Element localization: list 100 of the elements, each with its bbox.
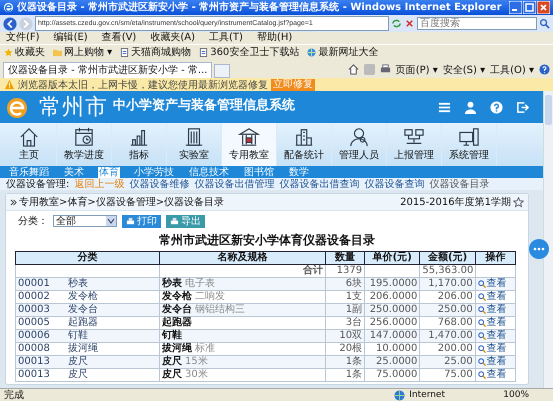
section-link[interactable]: 仪器设备出借查询 (279, 177, 360, 191)
star-icon (4, 48, 13, 56)
category-code: 00013 (18, 356, 50, 368)
section-link[interactable]: 仪器设备维修 (129, 177, 190, 191)
item-name: 秒表 电子表 (162, 278, 216, 289)
scrollbar[interactable] (543, 91, 553, 388)
menu-item[interactable]: 文件(F) (6, 32, 40, 44)
column-header: 单价(元) (364, 252, 420, 264)
column-header: 数量 (325, 252, 365, 264)
print-button[interactable]: 打印 (122, 214, 161, 228)
refresh-icon[interactable] (391, 18, 402, 29)
category-code: 00006 (18, 330, 50, 342)
star-icon[interactable] (513, 196, 524, 208)
item-name: 皮尺 30米 (162, 369, 208, 380)
nav-tab[interactable]: 专用教室 (222, 123, 277, 166)
favorites-link[interactable]: 网上购物 ▾ (53, 45, 112, 59)
category-code: 00005 (18, 317, 50, 329)
item-name: 发令枪 二响发 (162, 291, 226, 302)
subject-tab[interactable]: 小学劳技 (133, 166, 175, 178)
item-name: 钉鞋 (162, 330, 182, 341)
category-code: 00008 (18, 343, 50, 355)
column-header: 分类 (16, 252, 160, 264)
command-menu[interactable]: 页面(P) ▾ (396, 62, 438, 76)
section-label: 仪器设备管理: (6, 178, 70, 191)
menu-item[interactable]: 工具(T) (209, 32, 243, 44)
category-select[interactable]: 全部 (53, 215, 117, 227)
command-menu[interactable]: 安全(S) ▾ (442, 62, 486, 76)
subject-tab[interactable]: 信息技术 (188, 166, 230, 178)
home-icon[interactable] (348, 64, 359, 75)
logout-icon[interactable] (516, 100, 529, 114)
item-name: 皮尺 15米 (162, 356, 208, 367)
favorites-link[interactable]: 收藏夹 (4, 45, 45, 59)
filter-label: 分类： (18, 214, 48, 228)
item-name: 拔河绳 标准 (162, 343, 216, 354)
subject-tab[interactable]: 美术 (63, 166, 85, 178)
browser-tab[interactable]: 仪器设备目录 - 常州市武进区新安小学 - 常... (3, 62, 212, 78)
export-icon (170, 216, 179, 226)
favorites-link[interactable]: 最新网址大全 (307, 45, 378, 59)
table-cell: 195.0000 (364, 278, 420, 290)
menu-item[interactable]: 帮助(H) (256, 32, 292, 44)
category-code: 00002 (18, 291, 50, 303)
section-link[interactable]: 仪器设备查询 (364, 177, 424, 191)
report-title: 常州市武进区新安小学体育仪器设备目录 (158, 233, 376, 248)
magnifier-icon (478, 306, 486, 314)
calendar-icon (73, 127, 95, 147)
zone-label: Internet (409, 390, 446, 400)
chat-icon[interactable] (529, 239, 549, 259)
table-cell: 6块 (325, 278, 365, 290)
section-link[interactable]: 仪器设备目录 (429, 177, 490, 191)
zoom-level[interactable]: 100% (503, 390, 549, 400)
bank-icon (238, 127, 260, 147)
menu-item[interactable]: 收藏夹(A) (150, 32, 195, 44)
category-name: 发令台 (68, 304, 98, 316)
help-icon[interactable] (490, 100, 503, 114)
menu-icon[interactable] (438, 100, 451, 114)
column-header: 操作 (475, 252, 516, 264)
magnifier-icon (478, 280, 486, 288)
buildings-icon (293, 127, 315, 147)
minimize-icon[interactable] (509, 1, 522, 14)
city-title: 常州市 (39, 94, 108, 122)
category-name: 钉鞋 (68, 330, 88, 342)
subject-tab[interactable]: 图书馆 (243, 166, 275, 178)
stop-icon[interactable] (404, 18, 415, 29)
help-icon[interactable] (539, 64, 550, 75)
column-header: 名称及规格 (159, 252, 326, 264)
table-cell: 1条 (325, 368, 365, 382)
person-icon (348, 127, 370, 147)
user-icon[interactable] (464, 100, 477, 114)
favorites-link[interactable]: 360安全卫士下载站 (199, 45, 300, 59)
menu-item[interactable]: 编辑(E) (54, 32, 88, 44)
table-cell: 1,170.00 (420, 278, 476, 290)
printer-icon[interactable] (380, 64, 391, 75)
ie-logo-icon (3, 2, 14, 13)
maximize-icon[interactable] (523, 1, 536, 14)
search-icon[interactable] (539, 18, 550, 29)
table-cell: 1,470.00 (420, 330, 476, 342)
building-icon (183, 127, 205, 147)
category-name: 秒表 (68, 278, 88, 290)
close-icon[interactable] (537, 1, 550, 14)
back-icon[interactable] (3, 16, 17, 30)
magnifier-icon (478, 345, 486, 353)
subject-tab[interactable]: 音乐舞蹈 (8, 166, 50, 178)
table-cell: 250.0000 (364, 304, 420, 316)
double-arrow-icon (10, 198, 17, 206)
section-link[interactable]: 仪器设备出借管理 (194, 177, 274, 191)
category-code: 00013 (18, 369, 50, 381)
item-name: 起跑器 (162, 317, 192, 328)
computer-icon (458, 127, 480, 147)
magnifier-icon (478, 319, 486, 327)
item-name: 发令台 钢铝结构三 (162, 304, 246, 315)
table-cell: 10双 (325, 330, 365, 342)
system-title: 中小学资产与装备管理信息系统 (113, 96, 295, 114)
dropdown-arrow-icon[interactable] (106, 216, 116, 226)
subject-tab[interactable]: 体育 (98, 166, 120, 178)
column-header: 金额(元) (420, 252, 476, 264)
favorites-link[interactable]: 天猫商城购物 (120, 45, 192, 59)
globe-icon (394, 390, 406, 400)
command-menu[interactable]: 工具(O) ▾ (490, 62, 534, 76)
menu-item[interactable]: 查看(V) (102, 32, 136, 44)
subject-tab[interactable]: 数学 (288, 166, 310, 178)
